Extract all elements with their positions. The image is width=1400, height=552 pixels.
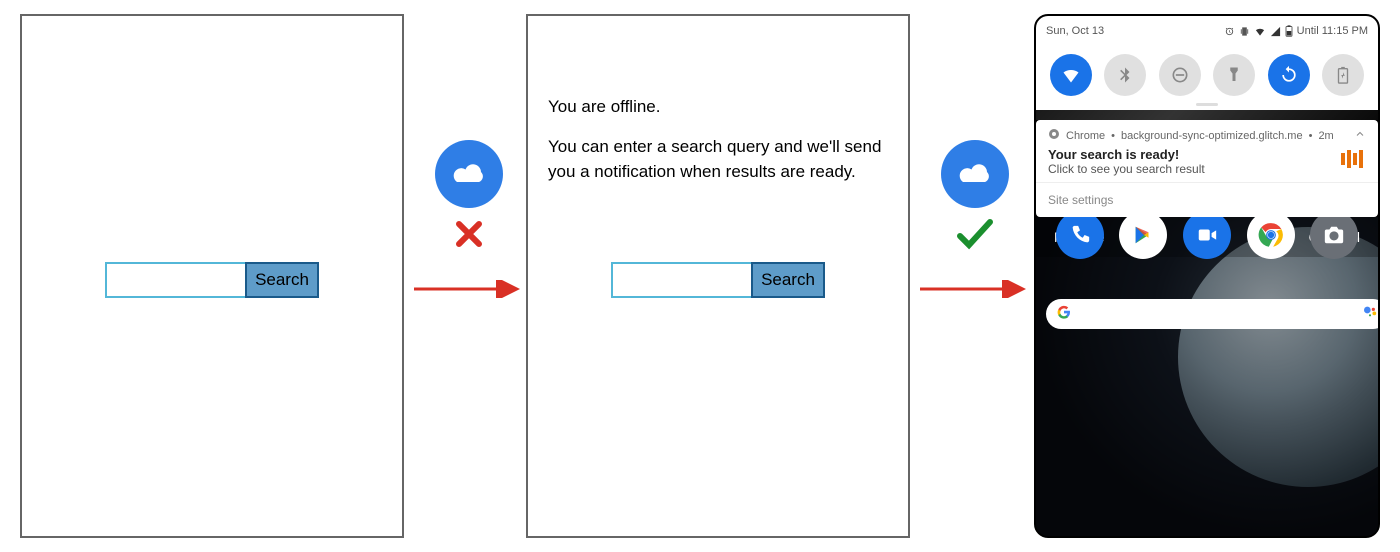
- search-button[interactable]: Search: [245, 262, 319, 298]
- alarm-icon: [1224, 26, 1235, 37]
- notification-card[interactable]: Chrome • background-sync-optimized.glitc…: [1036, 120, 1378, 217]
- search-input[interactable]: [611, 262, 751, 298]
- arrow-icon: [920, 280, 1030, 303]
- check-mark-icon: [955, 216, 995, 252]
- search-row: Search: [611, 262, 825, 298]
- qs-tile-dnd[interactable]: [1159, 54, 1201, 96]
- phone-frame: Sun, Oct 13 Until 11:15 PM: [1034, 14, 1380, 538]
- status-until-text: Until 11:15 PM: [1297, 25, 1368, 37]
- battery-icon: [1285, 25, 1293, 37]
- status-date: Sun, Oct 13: [1046, 25, 1104, 37]
- qs-tile-bluetooth[interactable]: [1104, 54, 1146, 96]
- signal-icon: [1270, 26, 1281, 37]
- dock-duo-app[interactable]: [1183, 217, 1231, 259]
- notification-app-icon: [1340, 149, 1366, 174]
- qs-expand-handle[interactable]: [1196, 103, 1218, 106]
- app-dock: [1036, 217, 1378, 259]
- notification-source: background-sync-optimized.glitch.me: [1121, 130, 1303, 142]
- qs-tile-rotate[interactable]: [1268, 54, 1310, 96]
- qs-tile-battery-saver[interactable]: [1322, 54, 1364, 96]
- chevron-up-icon[interactable]: [1354, 128, 1366, 143]
- transition-arrow-2: [920, 140, 1030, 303]
- transition-arrow-1: [414, 140, 524, 303]
- status-bar: Sun, Oct 13 Until 11:15 PM: [1036, 16, 1378, 46]
- offline-heading: You are offline.: [548, 94, 888, 120]
- search-row: Search: [105, 262, 319, 298]
- vibrate-icon: [1239, 26, 1250, 37]
- dock-chrome-app[interactable]: [1247, 217, 1295, 259]
- offline-description: You can enter a search query and we'll s…: [548, 134, 888, 185]
- panel-online-search: Search: [20, 14, 404, 538]
- wallpaper-peek: [1036, 110, 1378, 120]
- status-icons: Until 11:15 PM: [1224, 25, 1368, 37]
- assistant-icon[interactable]: [1362, 304, 1378, 325]
- search-input[interactable]: [105, 262, 245, 298]
- notification-timestamp: 2m: [1318, 130, 1333, 142]
- notification-header: Chrome • background-sync-optimized.glitc…: [1036, 120, 1378, 143]
- notification-description: Click to see you search result: [1048, 162, 1205, 176]
- google-g-icon: [1056, 304, 1072, 325]
- notification-site-settings[interactable]: Site settings: [1036, 182, 1378, 217]
- quick-settings-panel: [1036, 46, 1378, 110]
- panel-offline-search: You are offline. You can enter a search …: [526, 14, 910, 538]
- earth-wallpaper-glow: [1178, 227, 1378, 487]
- wifi-icon: [1254, 26, 1266, 37]
- dock-play-store-app[interactable]: [1119, 217, 1167, 259]
- offline-message-block: You are offline. You can enter a search …: [548, 94, 888, 199]
- notification-title: Your search is ready!: [1048, 147, 1205, 162]
- search-button[interactable]: Search: [751, 262, 825, 298]
- qs-tile-flashlight[interactable]: [1213, 54, 1255, 96]
- notification-app-name: Chrome: [1066, 130, 1105, 142]
- qs-tile-wifi[interactable]: [1050, 54, 1092, 96]
- arrow-icon: [414, 280, 524, 303]
- chrome-icon: [1048, 128, 1060, 143]
- cloud-icon: [941, 140, 1009, 208]
- dock-phone-app[interactable]: [1056, 217, 1104, 259]
- home-search-bar[interactable]: [1046, 299, 1378, 329]
- home-wallpaper: Manage Clear all: [1036, 217, 1378, 536]
- cloud-icon: [435, 140, 503, 208]
- dock-camera-app[interactable]: [1310, 217, 1358, 259]
- x-mark-icon: [451, 216, 487, 252]
